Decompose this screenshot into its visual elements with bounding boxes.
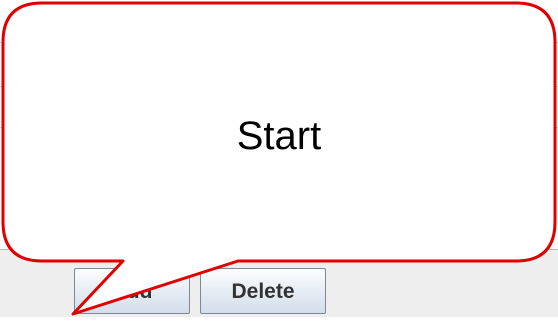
list-row-divider (0, 86, 558, 87)
add-button[interactable]: Add (74, 268, 190, 314)
list-row-divider (0, 127, 558, 128)
delete-button[interactable]: Delete (200, 268, 326, 314)
list-area (0, 0, 558, 250)
list-row-divider (0, 42, 558, 43)
